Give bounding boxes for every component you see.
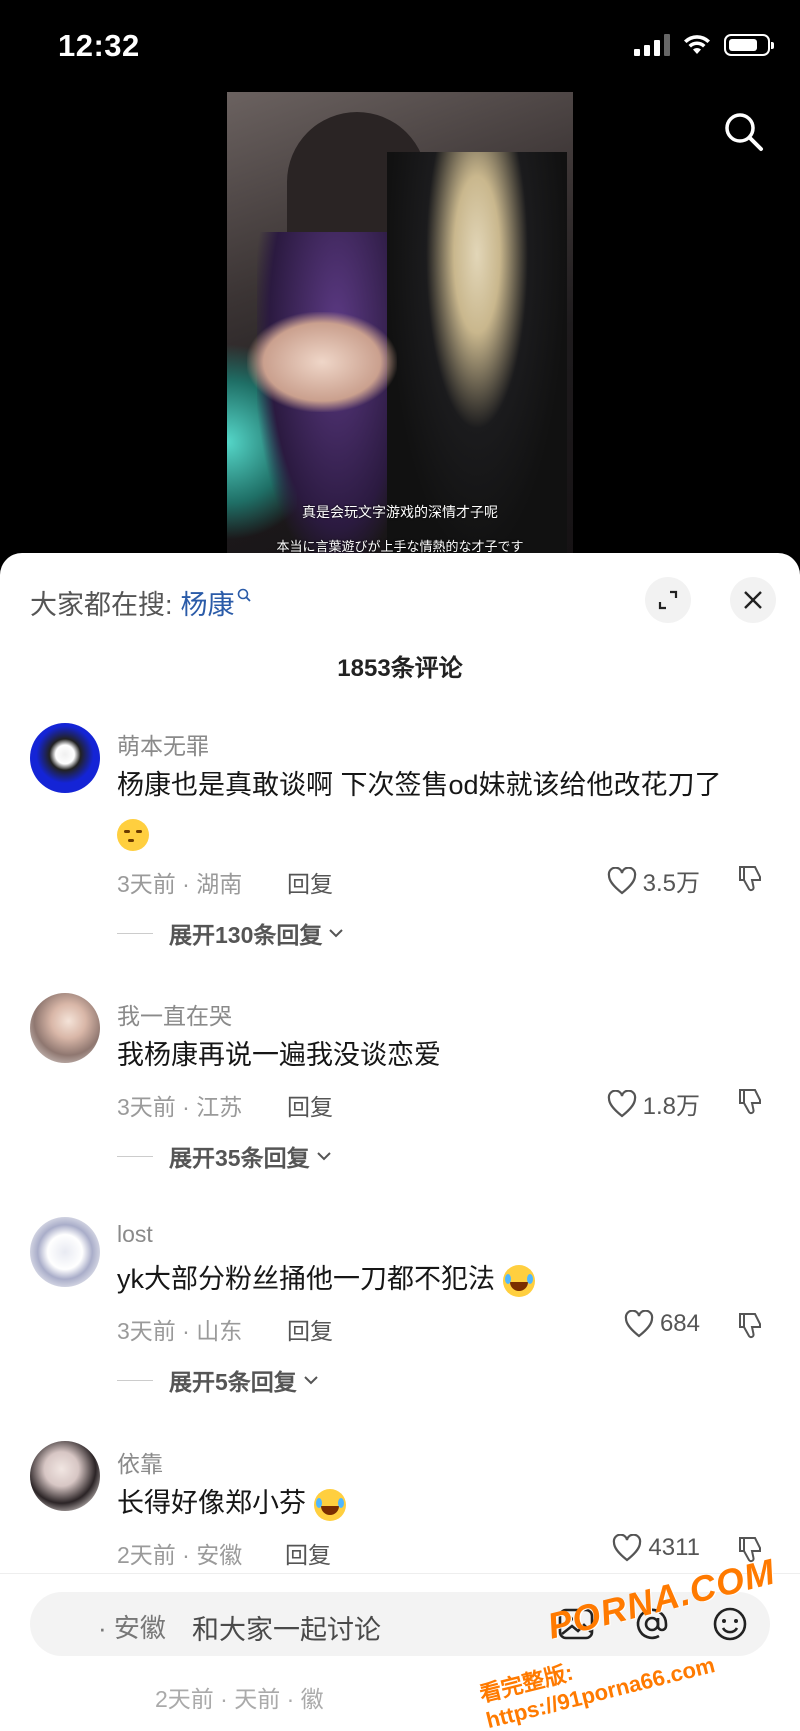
hot-search-term[interactable]: 杨康 <box>181 583 235 622</box>
comment-item: 我一直在哭 我杨康再说一遍我没谈恋爱 3天前 · 江苏 回复 1.8万 展开35… <box>0 993 800 1173</box>
close-icon <box>744 591 762 609</box>
sheet-header: 大家都在搜: 杨康 1853条评论 <box>0 553 800 703</box>
chevron-down-icon <box>304 1376 318 1385</box>
video-subtitle-cn: 真是会玩文字游戏的深情才子呢 <box>302 504 498 520</box>
ghost-meta: 2天前 · 天前 · 徽 <box>155 1686 324 1712</box>
expand-replies-label: 展开35条回复 <box>169 1145 310 1171</box>
comment-meta: 2天前 · 安徽 <box>117 1542 243 1568</box>
close-button[interactable] <box>730 577 776 623</box>
comment-item: lost yk大部分粉丝捅他一刀都不犯法 3天前 · 山东 回复 684 展开5… <box>0 1217 800 1397</box>
dislike-icon[interactable] <box>735 1086 765 1116</box>
ghost-location: · 安徽 <box>98 1613 166 1643</box>
heart-icon <box>607 866 636 894</box>
comment-author[interactable]: 萌本无罪 <box>117 727 209 761</box>
comment-author[interactable]: 依靠 <box>117 1445 163 1479</box>
heart-icon <box>607 1089 636 1117</box>
laugh-cry-icon <box>313 1488 346 1521</box>
like-button[interactable]: 684 <box>624 1310 700 1338</box>
thinking-face-icon <box>117 818 149 851</box>
comment-meta: 3天前 · 江苏 <box>117 1094 243 1120</box>
like-count: 3.5万 <box>642 870 700 897</box>
search-icon[interactable] <box>722 110 766 154</box>
wifi-icon <box>684 35 710 54</box>
reply-button[interactable]: 回复 <box>287 865 333 899</box>
status-bar: 12:32 <box>0 0 800 92</box>
avatar[interactable] <box>30 1441 100 1511</box>
comment-text-body: yk大部分粉丝捅他一刀都不犯法 <box>117 1264 495 1294</box>
heart-icon <box>613 1534 642 1562</box>
status-icons <box>634 34 774 56</box>
hot-search-label: 大家都在搜: <box>30 590 173 620</box>
expand-button[interactable] <box>645 577 691 623</box>
battery-icon <box>724 34 774 56</box>
comment-text: 长得好像郑小芬 <box>117 1479 760 1527</box>
chevron-down-icon <box>316 1152 331 1161</box>
like-button[interactable]: 4311 <box>612 1534 700 1562</box>
comment-author[interactable]: 我一直在哭 <box>117 997 232 1031</box>
comment-text-body: 长得好像郑小芬 <box>117 1488 306 1518</box>
video-hand <box>247 312 397 412</box>
dislike-icon[interactable] <box>735 863 765 893</box>
heart-icon <box>624 1310 654 1338</box>
video-person-maid <box>387 152 567 562</box>
divider-line <box>117 1155 153 1157</box>
avatar[interactable] <box>30 723 100 793</box>
video-player[interactable]: 真是会玩文字游戏的深情才子呢 本当に言葉遊びが上手な情熱的な才子です <box>227 92 573 562</box>
expand-replies[interactable]: 展开5条回复 <box>117 1363 319 1397</box>
avatar[interactable] <box>30 993 100 1063</box>
comment-text: 杨康也是真敢谈啊 下次签售od妹就该给他改花刀了 <box>117 761 760 857</box>
expand-icon <box>658 590 678 610</box>
like-count: 1.8万 <box>642 1093 700 1120</box>
comment-text: 我杨康再说一遍我没谈恋爱 <box>117 1040 441 1070</box>
comment-item: 依靠 长得好像郑小芬 2天前 · 安徽 回复 4311 <box>0 1441 800 1581</box>
reply-button[interactable]: 回复 <box>287 1088 333 1122</box>
comment-author[interactable]: lost <box>117 1221 153 1248</box>
comment-text-body: 杨康也是真敢谈啊 下次签售od妹就该给他改花刀了 <box>117 770 722 800</box>
avatar[interactable] <box>30 1217 100 1287</box>
laugh-cry-icon <box>502 1264 535 1297</box>
status-time: 12:32 <box>58 28 140 63</box>
divider-line <box>117 932 153 934</box>
expand-replies-label: 展开5条回复 <box>169 1369 297 1395</box>
expand-replies[interactable]: 展开35条回复 <box>117 1139 332 1173</box>
comment-meta: 3天前 · 山东 <box>117 1318 243 1344</box>
search-small-icon <box>237 588 251 602</box>
divider-line <box>117 1379 153 1381</box>
like-button[interactable]: 3.5万 <box>607 863 700 898</box>
comment-placeholder[interactable]: 和大家一起讨论 <box>192 1608 381 1647</box>
dislike-icon[interactable] <box>735 1310 765 1340</box>
comment-count: 1853条评论 <box>337 655 463 682</box>
reply-button[interactable]: 回复 <box>285 1536 331 1570</box>
like-button[interactable]: 1.8万 <box>607 1086 700 1121</box>
comment-item: 萌本无罪 杨康也是真敢谈啊 下次签售od妹就该给他改花刀了 3天前 · 湖南 回… <box>0 723 800 948</box>
like-count: 4311 <box>648 1534 700 1561</box>
hot-search[interactable]: 大家都在搜: 杨康 <box>30 583 251 622</box>
comment-meta: 3天前 · 湖南 <box>117 871 243 897</box>
comment-text: yk大部分粉丝捅他一刀都不犯法 <box>117 1255 760 1303</box>
chevron-down-icon <box>329 929 344 938</box>
like-count: 684 <box>659 1310 700 1337</box>
expand-replies[interactable]: 展开130条回复 <box>117 916 344 950</box>
comments-sheet: 大家都在搜: 杨康 1853条评论 萌本无罪 杨康也是真敢谈啊 下次签售od妹就… <box>0 553 800 1731</box>
signal-icon <box>634 34 670 56</box>
reply-button[interactable]: 回复 <box>287 1312 333 1346</box>
expand-replies-label: 展开130条回复 <box>169 922 323 948</box>
